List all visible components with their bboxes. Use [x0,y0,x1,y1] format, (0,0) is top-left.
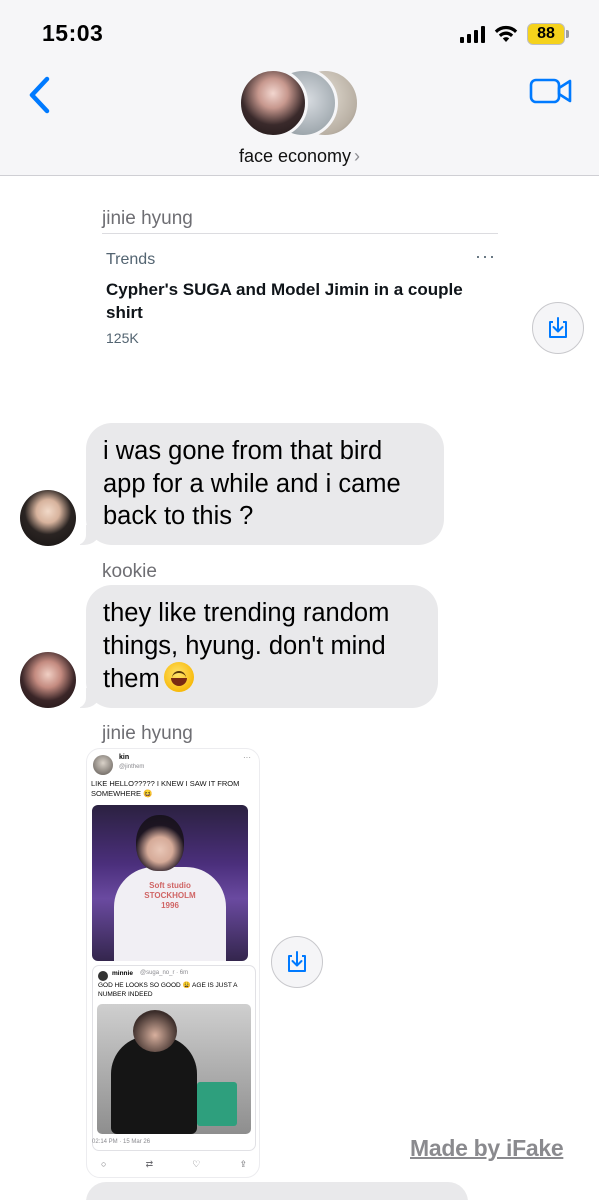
reply-icon: ○ [101,1159,107,1169]
message-bubble[interactable] [86,1182,468,1200]
back-button[interactable] [22,72,56,118]
status-icons: 88 [460,22,569,46]
group-name: face economy [238,146,352,166]
avatar[interactable] [20,490,76,546]
quoted-tweet-author-name: minnie [112,970,133,977]
trend-title: Cypher's SUGA and Model Jimin in a coupl… [106,280,463,322]
tweet-photo: Soft studio STOCKHOLM 1996 [92,805,248,961]
tweet-avatar [93,755,113,775]
more-options-icon[interactable]: ··· [475,246,496,267]
tweet-timestamp: 02:14 PM · 15 Mar 26 [92,1139,151,1145]
video-camera-icon [529,78,572,104]
chat-header: 15:03 88 face economy › [0,0,599,176]
sender-name: jinie hyung [102,723,193,744]
more-options-icon: ··· [243,753,251,762]
group-avatar [238,68,308,138]
tweet-actions: ○ ⇄ ♡ ⇪ [101,1159,247,1170]
facetime-video-button[interactable] [529,76,573,106]
imessage-screen: 15:03 88 face economy › jinie hyung Tren… [0,0,599,1200]
share-icon: ⇪ [239,1159,247,1169]
avatar[interactable] [20,652,76,708]
battery-icon: 88 [527,23,569,45]
image-attachment[interactable]: kin @jinthem ··· LIKE HELLO????? I KNEW … [86,748,260,1178]
sender-name: jinie hyung [102,208,193,229]
grinning-squinting-emoji-icon [163,662,194,692]
retweet-icon: ⇄ [145,1159,154,1169]
download-icon [288,951,306,972]
trend-post-count: 125K [106,330,139,346]
watermark: Made by iFake [410,1135,564,1161]
tweet-text: LIKE HELLO????? I KNEW I SAW IT FROM SOM… [91,779,240,798]
sender-name: kookie [102,561,157,582]
group-avatar-stack[interactable] [238,68,362,138]
group-name-button[interactable]: face economy › [0,146,599,167]
trend-category: Trends [106,251,156,268]
chevron-right-icon: › [354,146,361,166]
chevron-left-icon [29,76,50,114]
message-text: they like trending random things, hyung.… [103,599,390,693]
message-bubble[interactable]: they like trending random things, hyung.… [76,585,438,708]
cellular-signal-icon [460,25,485,43]
status-time: 15:03 [42,20,104,46]
shirt-print-text: Soft studio STOCKHOLM 1996 [144,881,196,910]
quoted-tweet-avatar [98,971,108,981]
quoted-tweet-author-handle: @suga_no_r · 6m [140,970,189,976]
battery-level: 88 [527,23,565,45]
message-bubble[interactable]: i was gone from that bird app for a whil… [76,423,444,545]
quoted-tweet-photo [97,1004,251,1134]
message-text: i was gone from that bird app for a whil… [103,437,401,530]
tweet-author-name: kin [119,754,130,761]
tweet-author-handle: @jinthem [119,764,145,770]
quoted-tweet: minnie @suga_no_r · 6m GOD HE LOOKS SO G… [92,965,256,1151]
like-icon: ♡ [192,1159,201,1169]
wifi-icon [494,25,518,42]
link-preview-card[interactable]: Trends ··· Cypher's SUGA and Model Jimin… [102,233,498,353]
download-icon [549,317,567,338]
quoted-tweet-text: GOD HE LOOKS SO GOOD 😩 AGE IS JUST A NUM… [98,982,238,998]
save-button[interactable] [532,302,584,354]
save-button[interactable] [271,936,323,988]
